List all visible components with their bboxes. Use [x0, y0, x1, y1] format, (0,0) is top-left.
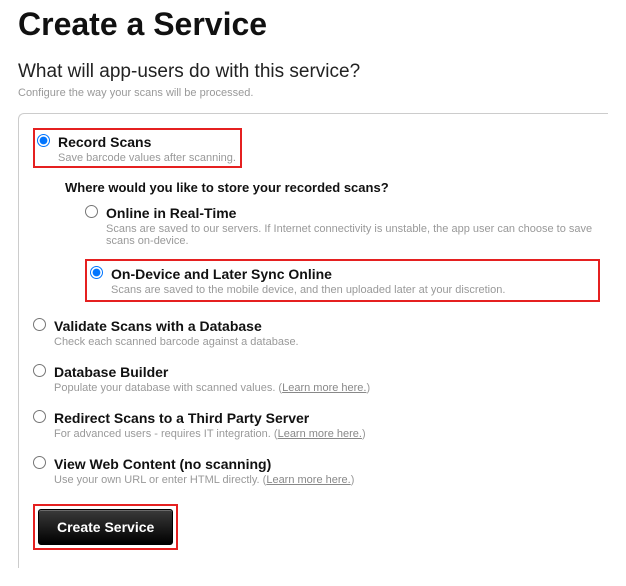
label-web: View Web Content (no scanning) [54, 456, 271, 472]
desc-validate: Check each scanned barcode against a dat… [54, 336, 600, 348]
label-redirect: Redirect Scans to a Third Party Server [54, 410, 309, 426]
learn-redirect-link[interactable]: Learn more here. [278, 428, 362, 440]
page-title: Create a Service [18, 6, 608, 43]
label-builder: Database Builder [54, 364, 168, 380]
option-record-scans: Record Scans Save barcode values after s… [33, 128, 600, 302]
create-service-button[interactable]: Create Service [38, 509, 173, 545]
radio-redirect[interactable] [33, 410, 46, 423]
desc-web-close: ) [351, 474, 355, 486]
radio-storage-online[interactable] [85, 205, 98, 218]
radio-storage-ondevice[interactable] [90, 266, 103, 279]
option-validate: Validate Scans with a Database Check eac… [33, 316, 600, 348]
desc-storage-ondevice: Scans are saved to the mobile device, an… [111, 284, 593, 296]
desc-redirect-close: ) [362, 428, 366, 440]
desc-builder: Populate your database with scanned valu… [54, 382, 600, 394]
options-panel: Record Scans Save barcode values after s… [18, 113, 608, 568]
storage-group: Where would you like to store your recor… [65, 180, 600, 302]
learn-web-link[interactable]: Learn more here. [266, 474, 350, 486]
storage-question: Where would you like to store your recor… [65, 180, 600, 195]
desc-redirect-text: For advanced users - requires IT integra… [54, 428, 278, 440]
highlight-create-button: Create Service [33, 504, 178, 550]
label-storage-ondevice: On-Device and Later Sync Online [111, 266, 332, 282]
label-validate: Validate Scans with a Database [54, 318, 262, 334]
highlight-record-scans: Record Scans Save barcode values after s… [33, 128, 242, 168]
button-row: Create Service [33, 504, 600, 550]
radio-record-scans[interactable] [37, 134, 50, 147]
highlight-storage-ondevice: On-Device and Later Sync Online Scans ar… [85, 259, 600, 302]
option-storage-ondevice: On-Device and Later Sync Online Scans ar… [85, 259, 600, 302]
desc-web: Use your own URL or enter HTML directly.… [54, 474, 600, 486]
page-question: What will app-users do with this service… [18, 61, 608, 83]
option-storage-online: Online in Real-Time Scans are saved to o… [85, 203, 600, 247]
radio-web[interactable] [33, 456, 46, 469]
label-record-scans: Record Scans [58, 134, 151, 150]
desc-storage-online: Scans are saved to our servers. If Inter… [106, 223, 600, 247]
desc-builder-close: ) [366, 382, 370, 394]
option-web: View Web Content (no scanning) Use your … [33, 454, 600, 486]
desc-builder-text: Populate your database with scanned valu… [54, 382, 282, 394]
desc-record-scans: Save barcode values after scanning. [58, 152, 236, 164]
option-redirect: Redirect Scans to a Third Party Server F… [33, 408, 600, 440]
learn-builder-link[interactable]: Learn more here. [282, 382, 366, 394]
page-caption: Configure the way your scans will be pro… [18, 87, 608, 99]
radio-builder[interactable] [33, 364, 46, 377]
label-storage-online: Online in Real-Time [106, 205, 236, 221]
radio-validate[interactable] [33, 318, 46, 331]
desc-redirect: For advanced users - requires IT integra… [54, 428, 600, 440]
option-builder: Database Builder Populate your database … [33, 362, 600, 394]
desc-web-text: Use your own URL or enter HTML directly.… [54, 474, 266, 486]
